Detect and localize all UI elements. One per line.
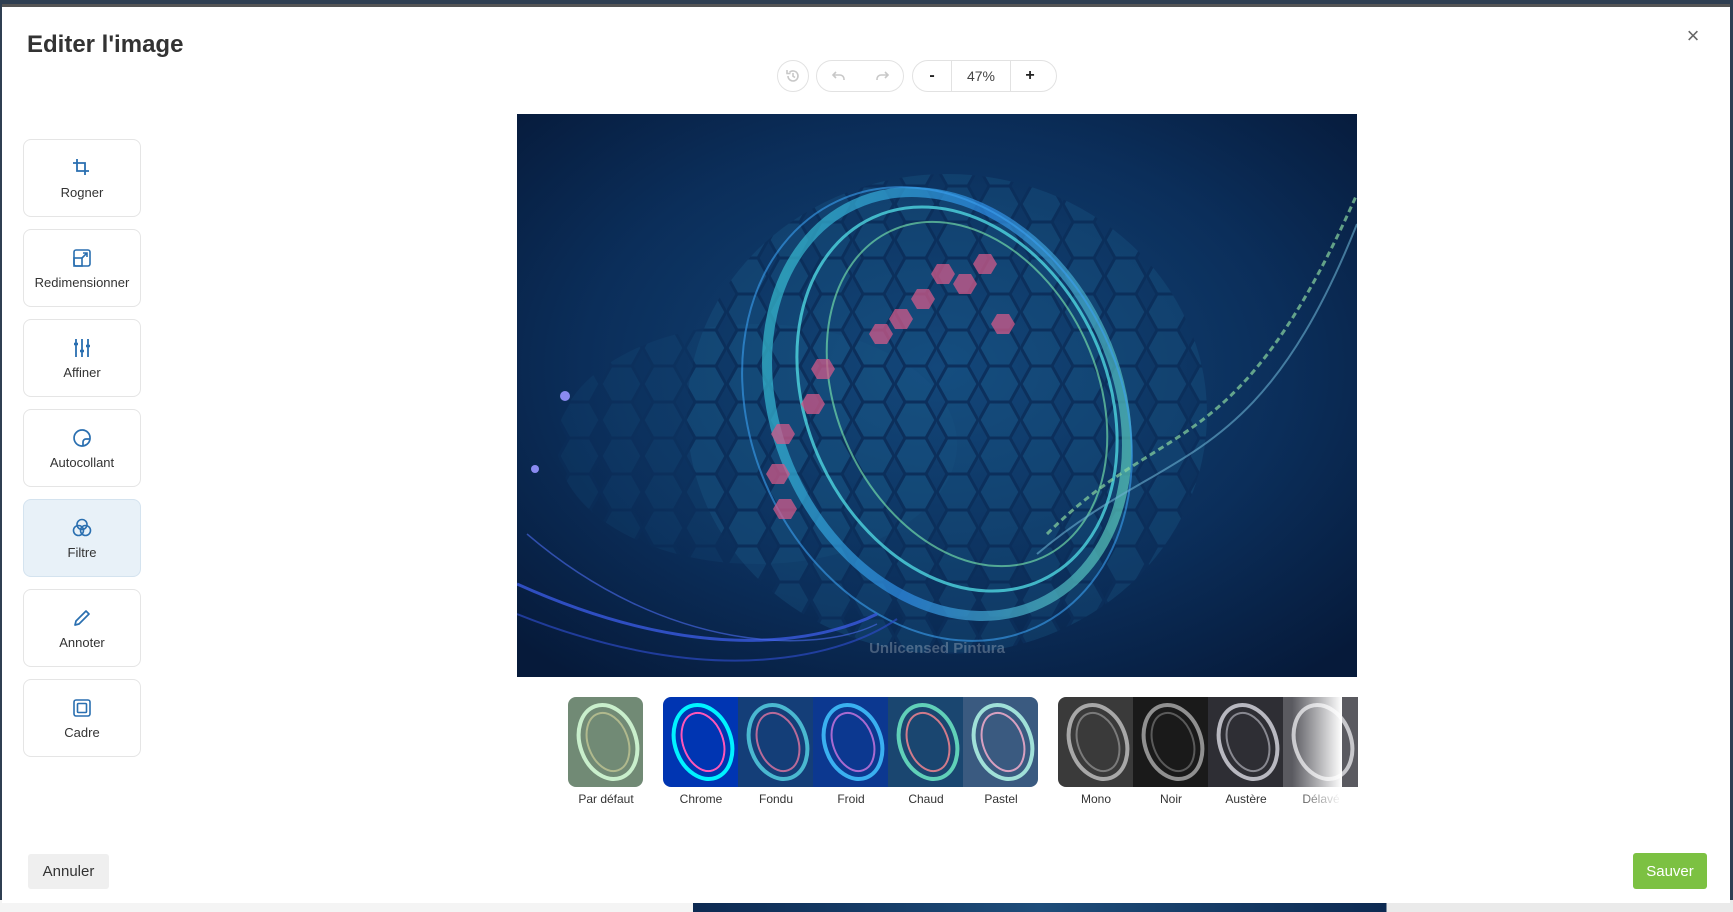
filter-icon: [72, 518, 92, 536]
sliders-icon: [74, 338, 90, 357]
filter-warm-thumb[interactable]: [888, 697, 963, 787]
filter-thumbnail: [963, 697, 1038, 787]
tool-filter[interactable]: Filtre: [23, 499, 141, 577]
redo-button[interactable]: [860, 61, 903, 91]
tool-crop[interactable]: Rogner: [23, 139, 141, 217]
tool-label: Annoter: [59, 634, 105, 650]
filter-label: Chaud: [908, 792, 944, 806]
tool-label: Filtre: [67, 544, 97, 560]
filter-label: Pastel: [984, 792, 1018, 806]
filter-pastel-thumb[interactable]: [963, 697, 1038, 787]
filter-default-thumb[interactable]: [568, 697, 643, 787]
tool-resize[interactable]: Redimensionner: [23, 229, 141, 307]
filter-label: Froid: [837, 792, 865, 806]
filter-thumbnail: [1208, 697, 1283, 787]
tool-label: Cadre: [64, 724, 100, 740]
save-button[interactable]: Sauver: [1633, 853, 1707, 889]
tool-label: Autocollant: [49, 454, 115, 470]
pencil-icon: [74, 609, 90, 626]
filter-strip-fade: [1292, 695, 1342, 810]
edited-image: [517, 114, 1357, 677]
tool-finetune[interactable]: Affiner: [23, 319, 141, 397]
crop-icon: [73, 158, 89, 175]
zoom-control: - 47% +: [912, 60, 1057, 92]
history-icon: [786, 70, 799, 82]
filter-fade-thumb[interactable]: [738, 697, 813, 787]
tool-label: Rogner: [60, 184, 104, 200]
filter-stark-thumb[interactable]: [1208, 697, 1283, 787]
filter-thumbnail: [1133, 697, 1208, 787]
frame-icon: [73, 698, 91, 717]
filter-chrome-thumb[interactable]: [663, 697, 738, 787]
filter-noir-thumb[interactable]: [1133, 697, 1208, 787]
filter-label: Mono: [1080, 792, 1112, 806]
filter-thumbnail: [568, 697, 643, 787]
filter-cold-thumb[interactable]: [813, 697, 888, 787]
filter-label: Austère: [1225, 792, 1267, 806]
sticker-icon: [73, 428, 91, 447]
filter-thumbnail: [738, 697, 813, 787]
tool-sticker[interactable]: Autocollant: [23, 409, 141, 487]
redo-icon: [875, 71, 889, 80]
watermark-text: Unlicensed Pintura: [869, 640, 1005, 657]
edit-image-dialog: Editer l'image × - 47% + Rogner Redimens…: [2, 4, 1730, 903]
tool-frame[interactable]: Cadre: [23, 679, 141, 757]
tool-annotate[interactable]: Annoter: [23, 589, 141, 667]
tool-label: Affiner: [63, 364, 101, 380]
undo-button[interactable]: [817, 61, 860, 91]
resize-icon: [73, 248, 91, 267]
filter-thumbnail: [663, 697, 738, 787]
filter-label: Chrome: [679, 792, 723, 806]
cancel-button[interactable]: Annuler: [28, 854, 109, 889]
undo-redo-group: [816, 60, 904, 92]
undo-icon: [831, 71, 845, 80]
tool-label: Redimensionner: [34, 274, 130, 290]
image-canvas[interactable]: Unlicensed Pintura: [517, 114, 1357, 677]
filter-thumbnail: [1058, 697, 1133, 787]
close-icon[interactable]: ×: [1682, 25, 1704, 47]
filter-thumbnail: [888, 697, 963, 787]
filter-mono-thumb[interactable]: [1058, 697, 1133, 787]
filter-label: Fondu: [758, 792, 794, 806]
history-button[interactable]: [777, 60, 809, 92]
filter-thumbnail: [813, 697, 888, 787]
filter-label: Par défaut: [578, 792, 634, 806]
zoom-level: 47%: [951, 61, 1011, 91]
zoom-out-button[interactable]: -: [913, 61, 951, 91]
filter-label: Noir: [1159, 792, 1182, 806]
dialog-title: Editer l'image: [27, 31, 184, 58]
zoom-in-button[interactable]: +: [1011, 61, 1049, 91]
